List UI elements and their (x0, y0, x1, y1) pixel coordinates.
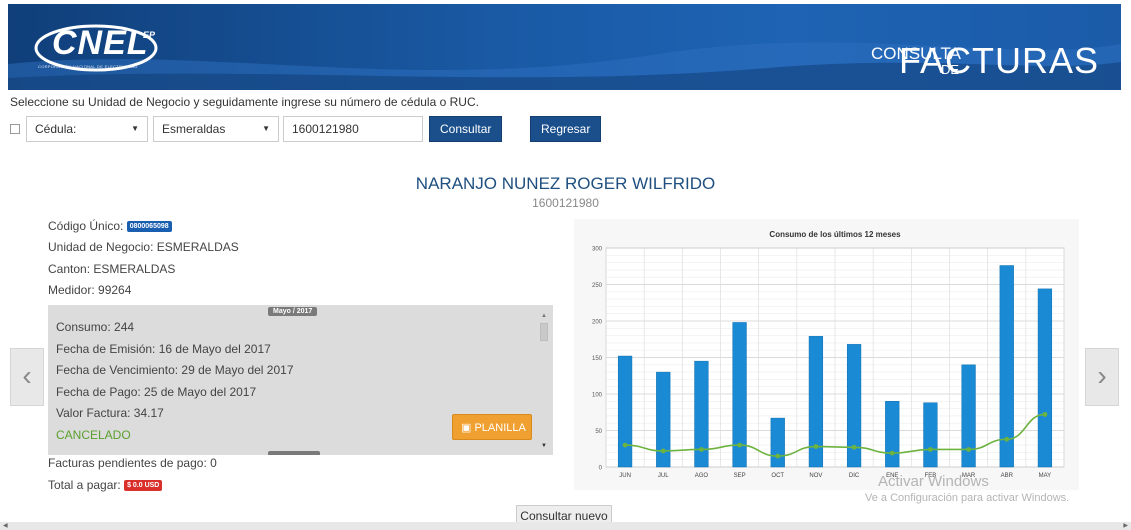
next-month-badge (268, 451, 320, 455)
consumption-chart: Consumo de los últimos 12 meses 0 50 100 150… (574, 219, 1079, 490)
invoice-panel: Mayo / 2017 Consumo: 244 Fecha de Emisió… (48, 305, 553, 455)
total-badge: $ 0.0 USD (124, 480, 163, 492)
invoice-scrollbar[interactable]: ▲ ▼ (538, 313, 550, 453)
y-tick-label: 300 (592, 247, 603, 253)
consult-button[interactable]: Consultar (429, 116, 503, 142)
trend-point (622, 442, 628, 448)
invoice-consumo: Consumo: 244 (56, 320, 135, 334)
invoice-status: CANCELADO (56, 428, 131, 442)
invoice-value: Valor Factura: 34.17 (56, 406, 164, 420)
x-tick-label: JUL (658, 473, 669, 479)
y-tick-label: 200 (592, 320, 603, 326)
id-number-input[interactable]: 1600121980 (283, 116, 423, 142)
chevron-down-icon: ▼ (131, 124, 139, 133)
trend-point (775, 453, 781, 459)
scroll-up-icon[interactable]: ▲ (541, 313, 547, 319)
chevron-left-icon: ‹ (22, 360, 32, 391)
chevron-right-icon: › (1097, 360, 1107, 391)
y-tick-label: 250 (592, 283, 603, 289)
logo-subtitle: CORPORACIÓN NACIONAL DE ELECTRICIDAD (38, 64, 138, 69)
consumption-bar (1037, 288, 1053, 468)
windows-watermark-subtitle: Ve a Configuración para activar Windows. (865, 492, 1070, 504)
header-banner: CNEL EP CORPORACIÓN NACIONAL DE ELECTRIC… (8, 4, 1121, 90)
chart-title: Consumo de los últimos 12 meses (769, 230, 901, 239)
consumption-chart-svg: Consumo de los últimos 12 meses 0 50 100 150… (592, 230, 1065, 479)
x-tick-label: ABR (1001, 473, 1014, 479)
trend-point (813, 444, 819, 449)
business-unit-select[interactable]: Esmeraldas ▼ (153, 116, 279, 142)
client-cedula: 1600121980 (532, 196, 599, 210)
y-tick-label: 50 (595, 429, 602, 435)
x-tick-label: MAY (1039, 473, 1052, 479)
x-tick-label: SEP (734, 473, 746, 479)
consumption-bar (923, 402, 938, 468)
windows-watermark-title: Activar Windows (878, 473, 989, 490)
invoice-issue-date: Fecha de Emisión: 16 de Mayo del 2017 (56, 342, 271, 356)
logo-ep-text: EP (143, 30, 156, 40)
client-name: NARANJO NUNEZ ROGER WILFRIDO (415, 174, 716, 193)
x-tick-label: DIC (849, 473, 860, 479)
y-tick-label: 0 (599, 466, 603, 472)
consumption-bar (885, 401, 900, 468)
unique-code-badge: 0800065098 (126, 221, 172, 233)
trend-point (660, 448, 666, 454)
planilla-label: PLANILLA (474, 422, 526, 434)
instructions-text: Seleccione su Unidad de Negocio y seguid… (10, 95, 479, 109)
business-unit-value: Esmeraldas (162, 122, 226, 136)
chevron-down-icon: ▼ (262, 124, 270, 133)
meter-info: Medidor: 99264 (48, 283, 132, 297)
invoice-payment-date: Fecha de Pago: 25 de Mayo del 2017 (56, 385, 257, 399)
x-tick-label: JUN (619, 473, 631, 479)
trend-point (966, 447, 971, 452)
y-tick-label: 150 (592, 356, 603, 362)
canton-info: Canton: ESMERALDAS (48, 262, 176, 276)
document-icon: ▣ (461, 422, 475, 434)
x-tick-label: OCT (771, 473, 784, 479)
consumption-bar (617, 355, 633, 468)
y-tick-label: 100 (592, 393, 603, 399)
x-tick-label: AGO (695, 473, 709, 479)
total-row: Total a pagar: $ 0.0 USD (48, 478, 163, 492)
trend-point (928, 447, 933, 452)
trend-point (889, 450, 895, 456)
invoice-due-date: Fecha de Vencimiento: 29 de Mayo del 201… (56, 363, 294, 377)
id-type-value: Cédula: (35, 122, 77, 136)
trend-point (851, 444, 857, 450)
select-checkbox[interactable] (10, 124, 20, 134)
scroll-left-icon[interactable]: ◀ (3, 522, 8, 529)
logo-main-text: CNEL (52, 24, 149, 62)
id-type-select[interactable]: Cédula: ▼ (26, 116, 148, 142)
trend-point (737, 442, 742, 448)
x-tick-label: NOV (809, 473, 822, 479)
invoice-month-badge: Mayo / 2017 (268, 307, 318, 316)
page-title-facturas: FACTURAS (898, 40, 1099, 81)
total-label: Total a pagar: (48, 478, 121, 492)
trend-point (1042, 412, 1048, 417)
scroll-thumb[interactable] (540, 323, 548, 341)
prev-arrow-button[interactable]: ‹ (10, 348, 44, 406)
pending-invoices: Facturas pendientes de pago: 0 (48, 456, 217, 470)
unique-code-label: Código Único: (48, 219, 124, 233)
scroll-down-icon[interactable]: ▼ (541, 443, 547, 449)
consumption-bar (999, 265, 1014, 468)
planilla-button[interactable]: ▣ PLANILLA (452, 414, 532, 440)
next-arrow-button[interactable]: › (1085, 348, 1119, 406)
unique-code-row: Código Único: 0800065098 (48, 219, 172, 233)
back-button[interactable]: Regresar (530, 116, 602, 142)
trend-point (1004, 436, 1010, 442)
trend-point (699, 447, 704, 452)
consumption-bar (770, 417, 785, 468)
horizontal-scrollbar[interactable]: ◀ ▶ (0, 522, 1131, 530)
scroll-right-icon[interactable]: ▶ (1123, 522, 1128, 529)
business-unit-info: Unidad de Negocio: ESMERALDAS (48, 240, 239, 254)
